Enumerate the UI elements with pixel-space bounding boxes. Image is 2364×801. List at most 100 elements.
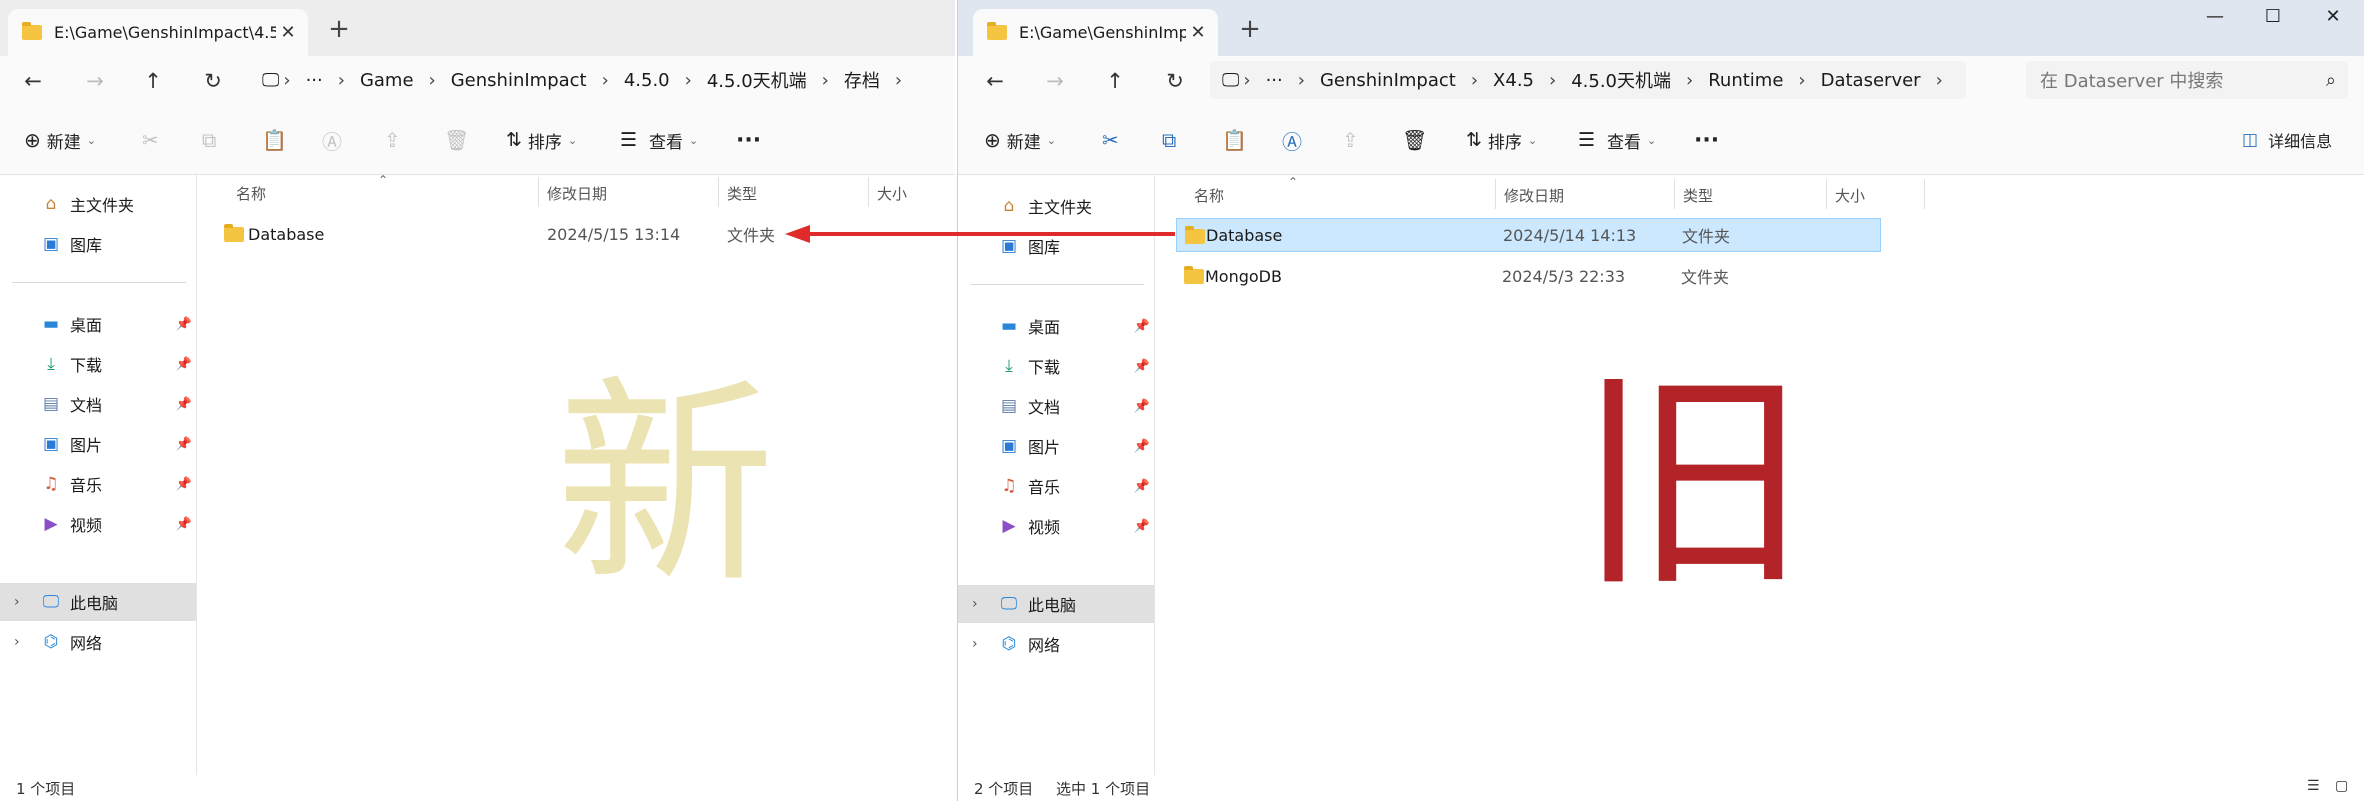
explorer-tab[interactable]: E:\Game\GenshinImpact\X4.5\ ✕ (973, 9, 1218, 56)
sort-button[interactable]: ⇅ 排序 ⌄ (506, 122, 577, 158)
pin-icon[interactable]: 📌 (1134, 359, 1150, 374)
details-view-icon[interactable]: ☰ (2307, 778, 2320, 794)
copy-icon[interactable]: ⧉ (1162, 122, 1176, 158)
nav-item-this-pc[interactable]: › 🖵 此电脑 (0, 583, 196, 621)
details-pane-button[interactable]: ◫ 详细信息 (2242, 122, 2332, 158)
breadcrumb-tianji[interactable]: 4.5.0天机端 (1571, 67, 1671, 93)
nav-item-downloads[interactable]: ⤓ 下载 📌 (0, 345, 196, 383)
nav-item-music[interactable]: ♫ 音乐 📌 (0, 465, 196, 503)
nav-item-desktop[interactable]: ▬ 桌面 📌 (0, 305, 196, 343)
close-icon[interactable]: ✕ (1186, 22, 1210, 43)
column-date[interactable]: 修改日期 (1504, 185, 1564, 206)
maximize-button[interactable]: ☐ (2253, 6, 2293, 27)
column-divider[interactable] (1826, 179, 1827, 209)
nav-item-network[interactable]: › ⌬ 网络 (0, 623, 196, 661)
column-type[interactable]: 类型 (1683, 185, 1713, 206)
rename-icon[interactable]: Ⓐ (1282, 122, 1302, 158)
up-arrow-icon[interactable]: ↑ (136, 65, 170, 97)
column-type[interactable]: 类型 (727, 183, 757, 204)
column-divider[interactable] (1674, 179, 1675, 209)
nav-item-pictures[interactable]: ▣ 图片 📌 (0, 425, 196, 463)
paste-icon[interactable]: 📋 (262, 122, 287, 158)
new-tab-button[interactable]: + (322, 14, 356, 44)
forward-arrow-icon[interactable]: → (78, 65, 112, 97)
pin-icon[interactable]: 📌 (176, 477, 192, 492)
pin-icon[interactable]: 📌 (176, 397, 192, 412)
search-box[interactable]: 在 Dataserver 中搜索 ⌕ (2026, 61, 2348, 99)
share-icon[interactable]: ⇪ (1342, 122, 1359, 158)
breadcrumb-runtime[interactable]: Runtime (1708, 70, 1783, 91)
address-bar[interactable]: 🖵 › ··· › GenshinImpact › X4.5 › 4.5.0天机… (1210, 61, 1966, 99)
cut-icon[interactable]: ✂ (142, 122, 159, 158)
nav-item-home[interactable]: ⌂ 主文件夹 (958, 187, 1154, 225)
pin-icon[interactable]: 📌 (1134, 479, 1150, 494)
tiles-view-icon[interactable]: ▢ (2335, 778, 2348, 794)
close-icon[interactable]: ✕ (276, 22, 300, 43)
refresh-icon[interactable]: ↻ (196, 65, 230, 97)
pin-icon[interactable]: 📌 (176, 437, 192, 452)
new-button[interactable]: ⊕ 新建 ⌄ (984, 122, 1056, 158)
pin-icon[interactable]: 📌 (1134, 399, 1150, 414)
column-name[interactable]: 名称 (1194, 185, 1224, 206)
column-divider[interactable] (1924, 179, 1925, 209)
refresh-icon[interactable]: ↻ (1158, 65, 1192, 97)
column-divider[interactable] (1495, 179, 1496, 209)
more-options-button[interactable]: ··· (1694, 122, 1719, 158)
nav-item-desktop[interactable]: ▬ 桌面 📌 (958, 307, 1154, 345)
nav-item-downloads[interactable]: ⤓ 下载 📌 (958, 347, 1154, 385)
new-button[interactable]: ⊕ 新建 ⌄ (24, 122, 96, 158)
view-button[interactable]: ☰ 查看 ⌄ (620, 122, 698, 158)
breadcrumb-save[interactable]: 存档 (844, 67, 880, 93)
file-row-database[interactable]: Database 2024/5/15 13:14 文件夹 (210, 217, 910, 251)
pin-icon[interactable]: 📌 (1134, 439, 1150, 454)
nav-item-documents[interactable]: ▤ 文档 📌 (958, 387, 1154, 425)
up-arrow-icon[interactable]: ↑ (1098, 65, 1132, 97)
column-size[interactable]: 大小 (1835, 185, 1865, 206)
minimize-button[interactable]: — (2195, 6, 2235, 27)
search-input[interactable]: 在 Dataserver 中搜索 (2040, 67, 2326, 93)
delete-icon[interactable]: 🗑 (1402, 122, 1427, 158)
view-button[interactable]: ☰ 查看 ⌄ (1578, 122, 1656, 158)
more-options-button[interactable]: ··· (736, 122, 761, 158)
breadcrumb-overflow[interactable]: ··· (306, 70, 323, 91)
breadcrumb-dataserver[interactable]: Dataserver (1821, 70, 1921, 91)
chevron-right-icon[interactable]: › (972, 636, 978, 652)
breadcrumb-tianji[interactable]: 4.5.0天机端 (707, 67, 807, 93)
nav-item-gallery[interactable]: ▣ 图库 (0, 225, 196, 263)
pin-icon[interactable]: 📌 (176, 317, 192, 332)
chevron-right-icon[interactable]: › (972, 596, 978, 612)
pin-icon[interactable]: 📌 (1134, 519, 1150, 534)
close-window-button[interactable]: ✕ (2313, 6, 2353, 27)
file-row-database[interactable]: Database 2024/5/14 14:13 文件夹 (1176, 218, 1881, 252)
breadcrumb-genshinimpact[interactable]: GenshinImpact (1320, 70, 1456, 91)
cut-icon[interactable]: ✂ (1102, 122, 1119, 158)
nav-item-pictures[interactable]: ▣ 图片 📌 (958, 427, 1154, 465)
share-icon[interactable]: ⇪ (384, 122, 401, 158)
forward-arrow-icon[interactable]: → (1038, 65, 1072, 97)
nav-item-network[interactable]: › ⌬ 网络 (958, 625, 1154, 663)
pin-icon[interactable]: 📌 (1134, 319, 1150, 334)
nav-item-gallery[interactable]: ▣ 图库 (958, 227, 1154, 265)
column-divider[interactable] (718, 177, 719, 207)
back-arrow-icon[interactable]: ← (978, 65, 1012, 97)
rename-icon[interactable]: Ⓐ (322, 122, 342, 158)
nav-item-documents[interactable]: ▤ 文档 📌 (0, 385, 196, 423)
column-size[interactable]: 大小 (877, 183, 907, 204)
nav-item-home[interactable]: ⌂ 主文件夹 (0, 185, 196, 223)
explorer-tab[interactable]: E:\Game\GenshinImpact\4.5.0' ✕ (8, 9, 308, 56)
breadcrumb-4-5-0[interactable]: 4.5.0 (624, 70, 670, 91)
nav-item-videos[interactable]: ▶ 视频 📌 (958, 507, 1154, 545)
breadcrumb-overflow[interactable]: ··· (1266, 70, 1283, 91)
column-divider[interactable] (868, 177, 869, 207)
paste-icon[interactable]: 📋 (1222, 122, 1247, 158)
address-bar[interactable]: 🖵 › ··· › Game › GenshinImpact › 4.5.0 ›… (262, 61, 952, 99)
new-tab-button[interactable]: + (1233, 14, 1267, 44)
back-arrow-icon[interactable]: ← (16, 65, 50, 97)
chevron-right-icon[interactable]: › (14, 634, 20, 650)
copy-icon[interactable]: ⧉ (202, 122, 216, 158)
breadcrumb-genshinimpact[interactable]: GenshinImpact (451, 70, 587, 91)
column-name[interactable]: 名称 (236, 183, 266, 204)
nav-item-music[interactable]: ♫ 音乐 📌 (958, 467, 1154, 505)
file-row-mongodb[interactable]: MongoDB 2024/5/3 22:33 文件夹 (1176, 259, 1881, 293)
breadcrumb-x4-5[interactable]: X4.5 (1493, 70, 1534, 91)
